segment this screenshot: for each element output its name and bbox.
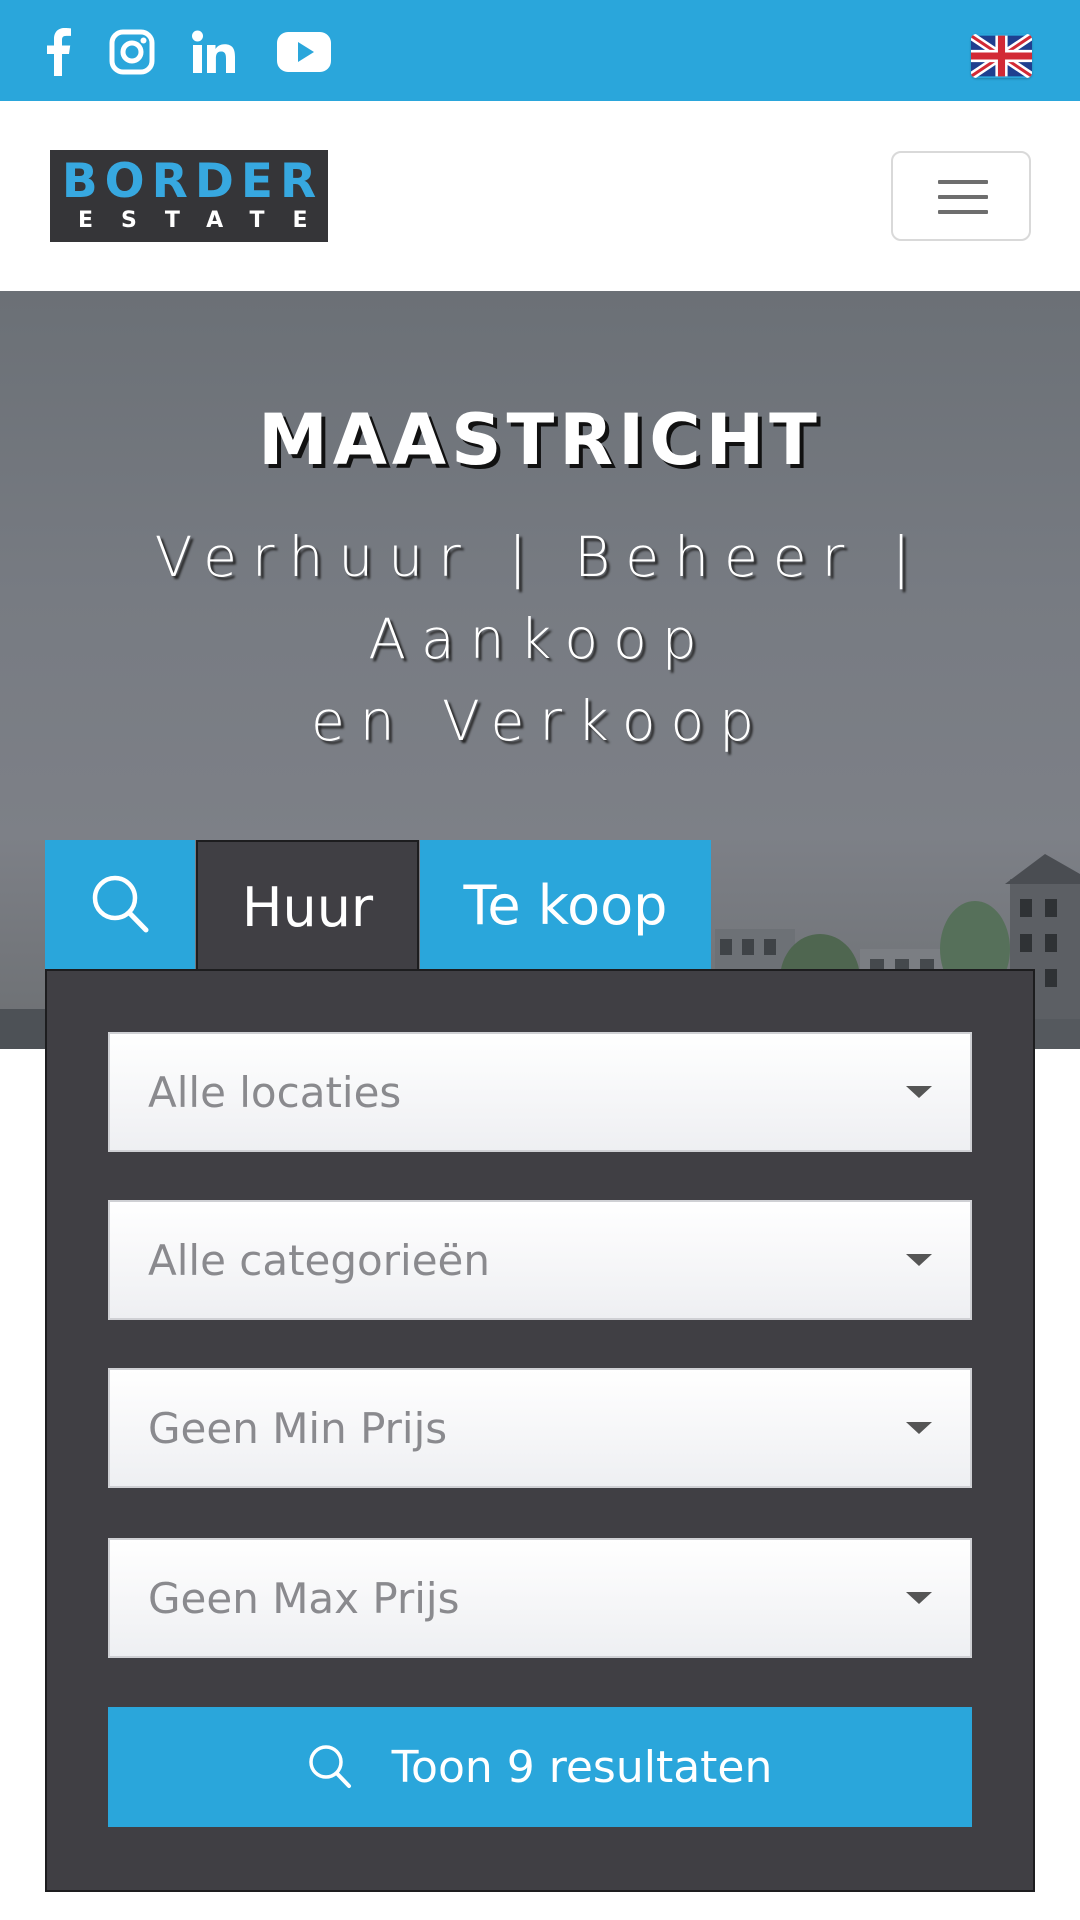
tab-te-koop[interactable]: Te koop bbox=[420, 840, 711, 969]
top-social-bar bbox=[0, 0, 1080, 101]
chevron-down-icon bbox=[906, 1422, 932, 1434]
category-select-value: Alle categorieën bbox=[148, 1236, 490, 1285]
linkedin-icon[interactable] bbox=[190, 26, 238, 78]
min-price-select[interactable]: Geen Min Prijs bbox=[108, 1368, 972, 1488]
hero-title: MAASTRICHT bbox=[258, 399, 822, 481]
logo-text-bottom: ESTATE bbox=[78, 208, 336, 233]
facebook-icon[interactable] bbox=[40, 26, 76, 78]
show-results-label: Toon 9 resultaten bbox=[391, 1741, 773, 1793]
tab-huur[interactable]: Huur bbox=[196, 840, 419, 969]
show-results-button[interactable]: Toon 9 resultaten bbox=[108, 1707, 972, 1827]
max-price-select[interactable]: Geen Max Prijs bbox=[108, 1538, 972, 1658]
uk-flag-icon[interactable] bbox=[971, 34, 1032, 78]
location-select[interactable]: Alle locaties bbox=[108, 1032, 972, 1152]
chevron-down-icon bbox=[906, 1254, 932, 1266]
hamburger-menu-button[interactable] bbox=[891, 151, 1031, 241]
location-select-value: Alle locaties bbox=[148, 1068, 402, 1117]
tab-search[interactable] bbox=[45, 840, 195, 969]
tab-te-koop-label: Te koop bbox=[463, 874, 668, 937]
border-estate-logo[interactable]: BORDER ESTATE bbox=[50, 150, 328, 242]
hamburger-menu-icon bbox=[938, 180, 988, 184]
chevron-down-icon bbox=[906, 1086, 932, 1098]
tab-huur-label: Huur bbox=[241, 876, 374, 939]
instagram-icon[interactable] bbox=[108, 26, 156, 78]
max-price-select-value: Geen Max Prijs bbox=[148, 1574, 460, 1623]
logo-text-top: BORDER bbox=[61, 154, 324, 209]
youtube-icon[interactable] bbox=[276, 26, 332, 78]
min-price-select-value: Geen Min Prijs bbox=[148, 1404, 448, 1453]
chevron-down-icon bbox=[906, 1592, 932, 1604]
category-select[interactable]: Alle categorieën bbox=[108, 1200, 972, 1320]
search-icon bbox=[308, 1745, 351, 1788]
hero-subtitle-line1: Verhuur | Beheer | Aankoop bbox=[154, 525, 926, 671]
hero-subtitle: Verhuur | Beheer | Aankoop en Verkoop bbox=[0, 516, 1080, 762]
search-icon bbox=[92, 875, 149, 933]
hero-subtitle-line2: en Verkoop bbox=[310, 689, 770, 753]
